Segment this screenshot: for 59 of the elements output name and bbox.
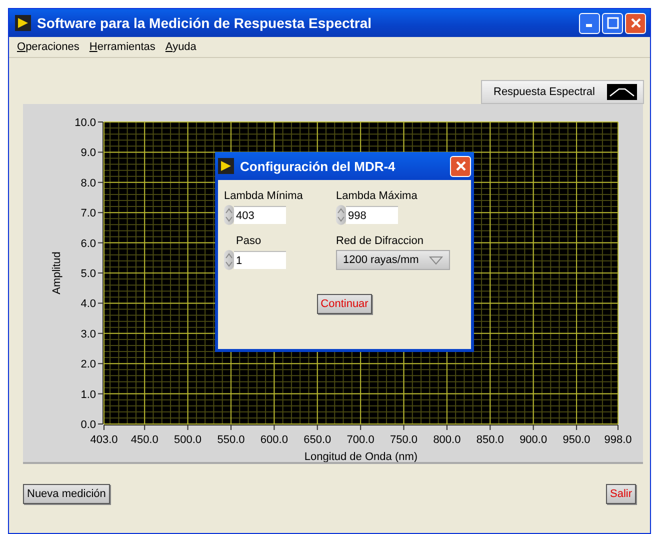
y-tick-label: 7.0 (80, 208, 96, 220)
y-tick-label: 3.0 (80, 328, 96, 340)
field-label: Red de Difraccion (336, 235, 424, 247)
y-axis-title: Amplitud (51, 252, 63, 294)
spinner-arrows[interactable] (336, 205, 346, 225)
numeric-field[interactable]: 403 (234, 206, 286, 224)
close-icon (454, 160, 466, 172)
x-tick-label: 500.0 (174, 434, 202, 446)
x-tick-label: 850.0 (476, 434, 504, 446)
close-icon (630, 17, 642, 29)
maximize-icon (606, 17, 618, 29)
x-tick-label: 950.0 (562, 434, 590, 446)
y-tick-label: 9.0 (80, 147, 96, 160)
app-icon (15, 15, 31, 31)
dropdown-arrow-icon (428, 256, 443, 264)
field-label: Lambda Máxima (336, 190, 418, 202)
x-tick-label: 403.0 (90, 434, 118, 446)
y-tick-label: 2.0 (80, 358, 96, 371)
y-tick-label: 8.0 (80, 177, 96, 190)
window-title: Software para la Medición de Respuesta Espectral (37, 15, 373, 31)
menu-item[interactable]: Herramientas (89, 41, 156, 53)
y-tick-label: 1.0 (80, 388, 96, 401)
menu-item[interactable]: Operaciones (17, 41, 80, 53)
x-tick-label: 900.0 (520, 434, 548, 446)
dialog-title: Configuración del MDR-4 (240, 158, 396, 174)
plot-legend[interactable]: Respuesta Espectral (480, 80, 644, 104)
maximize-button[interactable] (602, 12, 623, 34)
x-tick-label: 700.0 (346, 434, 374, 446)
up-down-arrows-icon (225, 252, 233, 268)
close-button[interactable] (625, 12, 646, 34)
x-tick-label: 800.0 (433, 434, 461, 446)
up-down-arrows-icon (225, 207, 233, 223)
field-label: Lambda Mínima (224, 190, 304, 202)
y-tick-label: 0.0 (80, 419, 96, 431)
field-label: Paso (235, 235, 262, 247)
x-axis-title: Longitud de Onda (nm) (304, 451, 418, 462)
up-down-arrows-icon (337, 207, 345, 223)
spinner-arrows[interactable] (224, 250, 234, 270)
x-tick-label: 450.0 (130, 434, 158, 446)
x-tick-label: 650.0 (304, 434, 332, 446)
minimize-button[interactable] (579, 12, 600, 34)
x-tick-label: 600.0 (260, 434, 288, 446)
y-tick-label: 5.0 (80, 268, 96, 280)
menu-item[interactable]: Ayuda (165, 41, 196, 53)
new-measurement-button[interactable]: Nueva medición (23, 484, 110, 504)
close-button[interactable] (450, 156, 471, 176)
legend-label: Respuesta Espectral (494, 86, 595, 98)
x-tick-label: 998.0 (604, 434, 632, 446)
y-tick-label: 10.0 (74, 117, 96, 129)
spinner-arrows[interactable] (224, 205, 234, 225)
x-tick-label: 550.0 (217, 434, 245, 446)
numeric-field[interactable]: 998 (346, 206, 398, 224)
dropdown[interactable]: 1200 rayas/mm (336, 250, 450, 270)
x-tick-label: 750.0 (390, 434, 418, 446)
app-icon (218, 158, 234, 174)
y-tick-label: 4.0 (80, 298, 96, 310)
y-tick-label: 6.0 (80, 238, 96, 250)
numeric-field[interactable]: 1 (234, 251, 286, 269)
line-sample-icon (607, 84, 637, 100)
